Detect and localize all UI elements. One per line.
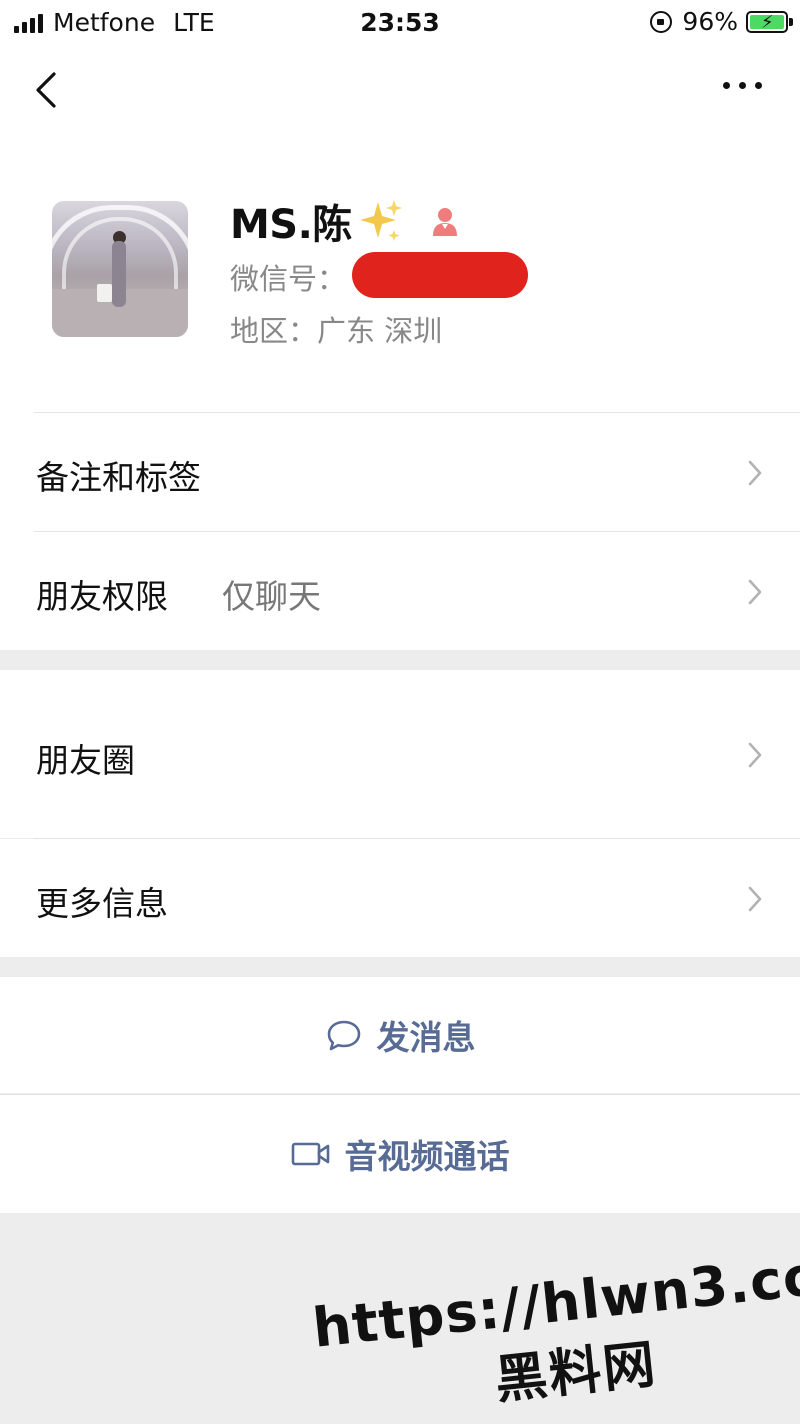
watermark-url: https://hlwn3.com bbox=[309, 1237, 800, 1360]
divider bbox=[0, 1094, 800, 1095]
friend-permission-row[interactable]: 朋友权限 仅聊天 bbox=[0, 532, 800, 650]
redaction-mark bbox=[352, 252, 529, 298]
contact-name: MS.陈 bbox=[230, 202, 352, 248]
friend-permission-value: 仅聊天 bbox=[222, 577, 321, 616]
chevron-right-icon bbox=[748, 579, 762, 605]
moments-label: 朋友圈 bbox=[36, 741, 135, 780]
status-bar: Metfone LTE 23:53 96% ⚡ bbox=[0, 0, 800, 44]
settings-group-1: 备注和标签 朋友权限 仅聊天 bbox=[0, 412, 800, 650]
profile-card: MS.陈 微信号： 地区：广东 深圳 bbox=[0, 136, 800, 412]
rotation-lock-icon bbox=[650, 10, 673, 33]
friend-permission-label: 朋友权限 bbox=[36, 577, 168, 616]
nav-bar bbox=[0, 44, 800, 136]
battery-icon: ⚡ bbox=[746, 10, 793, 33]
send-message-label: 发消息 bbox=[376, 1018, 476, 1057]
remark-tags-row[interactable]: 备注和标签 bbox=[0, 413, 800, 531]
watermark-text: 黑料网 bbox=[492, 1334, 660, 1412]
chevron-right-icon bbox=[748, 460, 762, 486]
avatar[interactable] bbox=[52, 201, 188, 337]
video-call-button[interactable]: 音视频通话 bbox=[0, 1095, 800, 1213]
wechat-id-label: 微信号： bbox=[230, 262, 347, 296]
send-message-button[interactable]: 发消息 bbox=[0, 977, 800, 1093]
chevron-right-icon bbox=[748, 742, 762, 768]
status-right: 96% ⚡ bbox=[650, 7, 793, 36]
chevron-right-icon bbox=[748, 886, 762, 912]
moments-row[interactable]: 朋友圈 bbox=[0, 670, 800, 838]
more-info-row[interactable]: 更多信息 bbox=[0, 839, 800, 957]
region-text: 地区：广东 深圳 bbox=[230, 314, 443, 348]
video-camera-icon bbox=[291, 1142, 329, 1166]
sparkle-icon bbox=[359, 200, 402, 241]
female-gender-icon bbox=[432, 208, 457, 236]
battery-percent: 96% bbox=[682, 7, 738, 36]
more-options-icon[interactable] bbox=[723, 82, 762, 89]
name-row: MS.陈 bbox=[230, 192, 462, 250]
watermark: https://hlwn3.com 黑料网 bbox=[300, 1210, 800, 1421]
wechat-id-row: 微信号： bbox=[230, 252, 529, 298]
chat-bubble-icon bbox=[327, 1020, 360, 1051]
remark-tags-label: 备注和标签 bbox=[36, 458, 201, 497]
divider bbox=[34, 838, 800, 839]
video-call-label: 音视频通话 bbox=[344, 1137, 510, 1176]
back-arrow-icon[interactable] bbox=[30, 68, 70, 112]
more-info-label: 更多信息 bbox=[36, 884, 168, 923]
